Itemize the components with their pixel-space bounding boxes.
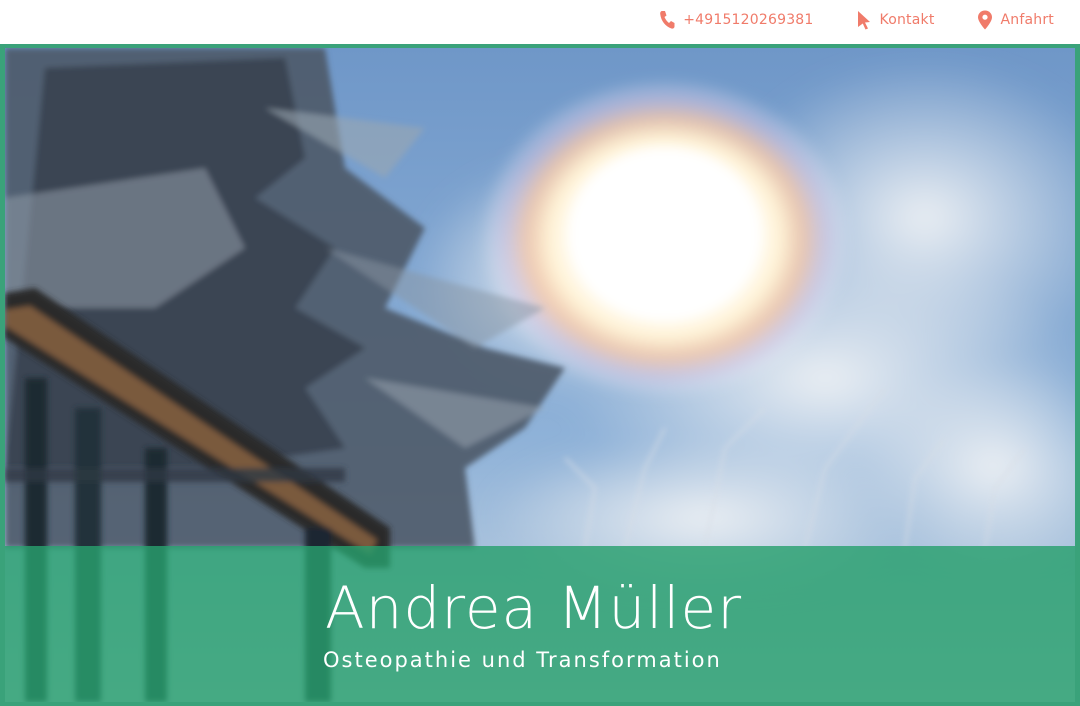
- page-subtitle: Osteopathie und Transformation: [323, 648, 722, 672]
- map-pin-icon: [977, 10, 992, 30]
- phone-icon: [660, 11, 675, 29]
- hero-image: Andrea Müller Osteopathie und Transforma…: [5, 48, 1075, 702]
- anfahrt-link[interactable]: Anfahrt: [977, 10, 1054, 30]
- cursor-icon: [857, 11, 870, 30]
- phone-link-label: +4915120269381: [683, 12, 814, 28]
- kontakt-link[interactable]: Kontakt: [856, 10, 935, 30]
- kontakt-link-label: Kontakt: [879, 12, 935, 28]
- hero-banner: Andrea Müller Osteopathie und Transforma…: [5, 546, 1075, 702]
- top-bar: +4915120269381 Kontakt Anfahrt: [0, 0, 1080, 45]
- phone-link[interactable]: +4915120269381: [659, 10, 813, 30]
- anfahrt-link-label: Anfahrt: [1000, 12, 1054, 28]
- top-navigation: +4915120269381 Kontakt Anfahrt: [659, 10, 1054, 30]
- page-title: Andrea Müller: [325, 574, 743, 642]
- hero-frame: Andrea Müller Osteopathie und Transforma…: [0, 44, 1080, 706]
